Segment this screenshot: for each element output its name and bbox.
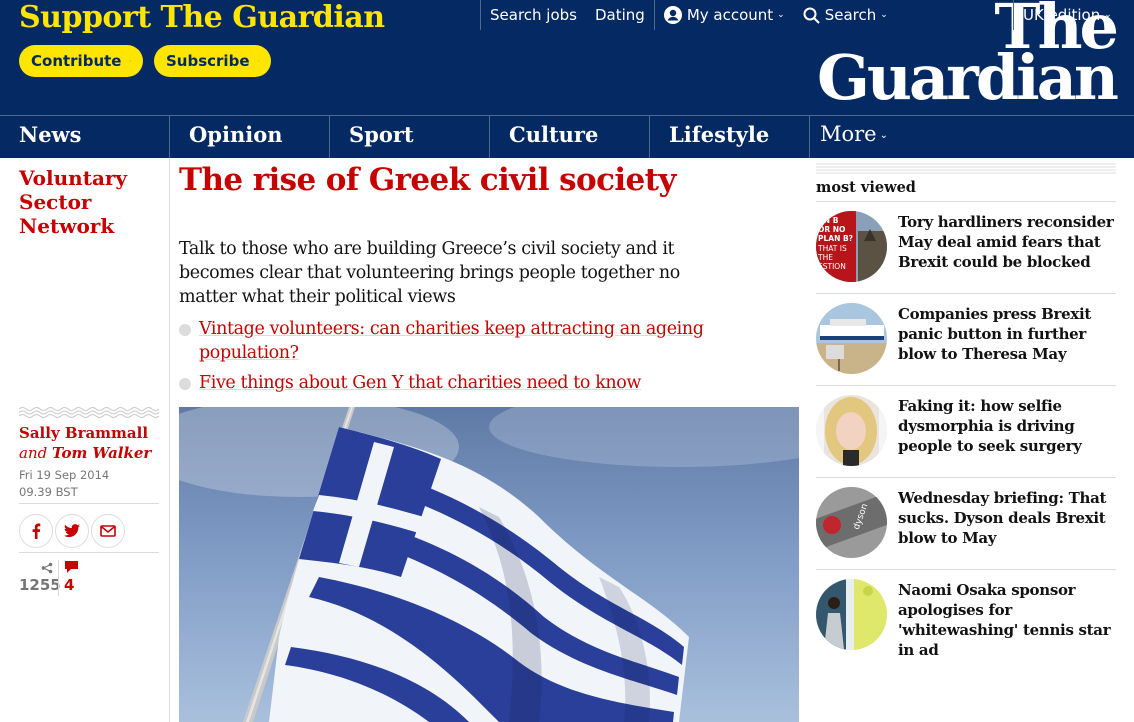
facebook-icon [32, 523, 41, 539]
my-account-label: My account [686, 6, 774, 24]
pillar-culture[interactable]: Culture [490, 116, 650, 158]
most-viewed-headline[interactable]: Companies press Brexit panic button in f… [898, 304, 1116, 364]
most-viewed-headline[interactable]: Naomi Osaka sponsor apologises for 'whit… [898, 580, 1116, 660]
pillar-sport[interactable]: Sport [330, 116, 490, 158]
contribute-label: Contribute [31, 52, 122, 70]
hero-image-greek-flag [179, 407, 799, 722]
chevron-down-icon: ⌄ [1104, 10, 1112, 20]
share-twitter-button[interactable] [55, 514, 89, 548]
logo-line-2: Guardian [816, 40, 1119, 114]
more-label: More [820, 122, 877, 146]
thumbnail-dyson-vacuum: dyson [816, 487, 887, 558]
comment-icon [64, 560, 79, 576]
thumb-sign-text: ESTION [818, 262, 846, 271]
most-viewed-item[interactable]: dyson Wednesday briefing: That sucks. Dy… [816, 477, 1116, 569]
section-label[interactable]: Voluntary Sector Network [19, 166, 159, 238]
contribute-button[interactable]: Contribute [19, 45, 143, 77]
most-viewed-headline[interactable]: Faking it: how selfie dysmorphia is driv… [898, 396, 1116, 456]
thumb-sign-text: THE [817, 253, 833, 262]
thumbnail-tennis-ad [816, 579, 887, 650]
most-viewed-item[interactable]: Faking it: how selfie dysmorphia is driv… [816, 385, 1116, 477]
thumbnail-selfie-portrait [816, 395, 887, 466]
publish-date: Fri 19 Sep 2014 [19, 468, 110, 482]
search-jobs-link[interactable]: Search jobs [481, 0, 586, 30]
subscribe-label: Subscribe [166, 52, 250, 70]
related-link[interactable]: Five things about Gen Y that charities n… [179, 371, 719, 395]
edition-label: UK edition [1023, 6, 1101, 24]
rail-rules [816, 163, 1116, 174]
related-link-text[interactable]: Vintage volunteers: can charities keep a… [179, 317, 719, 365]
share-count-value: 1255 [19, 576, 61, 594]
most-viewed-item[interactable]: Naomi Osaka sponsor apologises for 'whit… [816, 569, 1116, 661]
pillar-lifestyle[interactable]: Lifestyle [650, 116, 810, 158]
most-viewed-title: most viewed [816, 179, 916, 196]
twitter-icon [64, 524, 80, 538]
author-link[interactable]: Sally Brammall [19, 423, 151, 443]
share-icon [19, 560, 55, 576]
share-facebook-button[interactable] [19, 514, 53, 548]
thumbnail-protest-sign: AN B OR NO PLAN B? THAT IS THE ESTION [816, 211, 887, 282]
comment-count[interactable]: 4 [64, 560, 79, 594]
dating-link[interactable]: Dating [586, 0, 654, 30]
thumb-sign-text: PLAN B? [818, 234, 853, 243]
thumb-sign-text: OR NO [818, 225, 845, 234]
thumbnail-ferry-port [816, 303, 887, 374]
most-viewed-headline[interactable]: Wednesday briefing: That sucks. Dyson de… [898, 488, 1116, 548]
email-icon [100, 525, 116, 537]
author-link[interactable]: Tom Walker [52, 444, 151, 462]
pillar-opinion[interactable]: Opinion [170, 116, 330, 158]
most-viewed-item[interactable]: Companies press Brexit panic button in f… [816, 293, 1116, 385]
thumb-sign-text: THAT IS [817, 244, 847, 253]
pillar-news[interactable]: News [0, 116, 170, 158]
edition-selector[interactable]: UK edition ⌄ [1013, 0, 1112, 30]
article-headline: The rise of Greek civil society [179, 162, 676, 198]
meta-divider [19, 552, 159, 553]
arrow-right-icon [129, 60, 131, 62]
meta-divider [19, 503, 159, 504]
support-title[interactable]: Support The Guardian [19, 0, 385, 35]
comment-count-value: 4 [64, 576, 75, 594]
my-account-menu[interactable]: My account ⌄ [655, 0, 794, 30]
pillar-nav: News Opinion Sport Culture Lifestyle Mor… [0, 115, 1134, 158]
chevron-down-icon: ⌄ [879, 130, 889, 141]
share-email-button[interactable] [91, 514, 125, 548]
share-count: 1255 [19, 560, 61, 594]
most-viewed-headline[interactable]: Tory hardliners reconsider May deal amid… [898, 212, 1116, 272]
subscribe-button[interactable]: Subscribe [154, 45, 271, 77]
byline: Sally Brammall and Tom Walker [19, 423, 151, 463]
related-link[interactable]: Vintage volunteers: can charities keep a… [179, 317, 719, 365]
chevron-down-icon: ⌄ [777, 10, 785, 20]
pillar-more[interactable]: More ⌄ [810, 116, 970, 158]
user-icon [663, 6, 682, 24]
related-link-text[interactable]: Five things about Gen Y that charities n… [179, 371, 719, 395]
count-divider [58, 560, 59, 596]
arrow-right-icon [257, 60, 259, 62]
bullet [179, 324, 191, 336]
column-divider [169, 158, 170, 722]
publish-time: 09.39 BST [19, 485, 78, 499]
masthead: Support The Guardian Contribute Subscrib… [0, 0, 1134, 115]
dateline: Fri 19 Sep 2014 09.39 BST [19, 467, 109, 501]
article-standfirst: Talk to those who are building Greece’s … [179, 239, 680, 307]
squiggle-divider [19, 407, 159, 418]
byline-and: and [19, 444, 48, 462]
thumb-sign-text: AN B [818, 216, 839, 225]
bullet [179, 378, 191, 390]
most-viewed-item[interactable]: AN B OR NO PLAN B? THAT IS THE ESTION To… [816, 201, 1116, 293]
